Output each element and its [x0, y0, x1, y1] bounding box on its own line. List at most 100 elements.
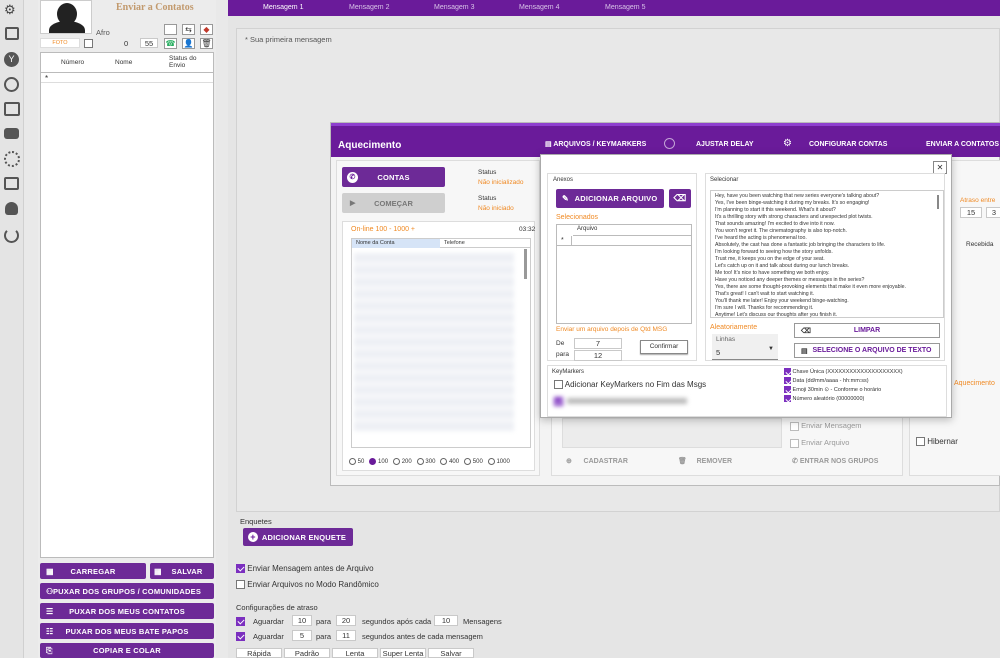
- carregar-button[interactable]: ▦ CARREGAR: [40, 563, 146, 579]
- copiar-colar-button[interactable]: ⎘ COPIAR E COLAR: [40, 643, 214, 658]
- radio-100[interactable]: 100: [369, 458, 388, 468]
- radio-500[interactable]: 500: [464, 458, 483, 468]
- messages-icon[interactable]: [4, 128, 19, 139]
- foto-label[interactable]: FOTO: [40, 38, 80, 48]
- puxar-contatos-button[interactable]: ☰ PUXAR DOS MEUS CONTATOS: [40, 603, 214, 619]
- chat-icon[interactable]: [4, 77, 19, 92]
- text-preview[interactable]: Hey, have you been watching that new ser…: [710, 190, 944, 318]
- calendar-icon[interactable]: [5, 27, 19, 40]
- col-numero[interactable]: Número: [61, 59, 84, 66]
- enviar-antes-option[interactable]: Enviar Mensagem antes de Arquivo: [236, 564, 374, 574]
- image-icon[interactable]: [4, 102, 20, 116]
- calendar-small-icon[interactable]: [164, 24, 177, 35]
- nav-ajustar-delay[interactable]: AJUSTAR DELAY: [696, 141, 754, 148]
- keymarker-chave[interactable]: Chave Única (XXXXXXXXXXXXXXXXXXXX): [784, 368, 944, 377]
- para-input[interactable]: 12: [574, 350, 622, 361]
- accounts-table[interactable]: Nome da Conta Telefone: [351, 238, 531, 448]
- entrar-grupos-button[interactable]: ✆ ENTRAR NOS GRUPOS: [792, 457, 878, 465]
- comecar-button[interactable]: ▶ COMEÇAR: [342, 193, 445, 213]
- delay-2-from[interactable]: 5: [292, 630, 312, 641]
- confirmar-button[interactable]: Confirmar: [640, 340, 688, 354]
- limpar-button[interactable]: ⌫ LIMPAR: [794, 323, 940, 338]
- tab-mensagem-1[interactable]: Mensagem 1: [263, 4, 303, 11]
- timer-icon[interactable]: [664, 138, 675, 149]
- modo-randomico-option[interactable]: Enviar Arquivos no Modo Randômico: [236, 580, 379, 590]
- radio-50[interactable]: 50: [349, 458, 364, 468]
- delay-1-count[interactable]: 10: [434, 615, 458, 626]
- tab-mensagem-3[interactable]: Mensagem 3: [434, 4, 474, 11]
- enviar-mensagem-option[interactable]: Enviar Mensagem: [790, 421, 862, 431]
- preset-lenta[interactable]: Lenta: [332, 648, 378, 658]
- network-icon[interactable]: [4, 151, 20, 167]
- text-line: I'm looking forward to seeing how the st…: [715, 249, 833, 255]
- radio-400[interactable]: 400: [440, 458, 459, 468]
- salvar-button[interactable]: ▦ SALVAR: [150, 563, 214, 579]
- delay-row-2-checkbox[interactable]: [236, 631, 245, 641]
- puxar-bate-papos-button[interactable]: ☷ PUXAR DOS MEUS BATE PAPOS: [40, 623, 214, 639]
- keymarker-numero[interactable]: Número aleatório (00000000): [784, 395, 944, 404]
- text-scrollbar[interactable]: [937, 195, 939, 209]
- accounts-list-box: On-line 100 - 1000 + 03:32 Nome da Conta…: [342, 221, 535, 471]
- settings-icon[interactable]: ⚙: [783, 138, 792, 149]
- remover-button[interactable]: 🗑 REMOVER: [678, 457, 732, 465]
- adicionar-arquivo-button[interactable]: ✎ ADICIONAR ARQUIVO: [556, 189, 664, 208]
- tag-icon[interactable]: ◆: [200, 24, 213, 35]
- swap-icon[interactable]: ⇆: [182, 24, 195, 35]
- nav-arquivos[interactable]: ▤ ARQUIVOS / KEYMARKERS: [545, 140, 646, 148]
- col-telefone[interactable]: Telefone: [440, 239, 530, 248]
- contacts-table[interactable]: Número Nome Status do Envio *: [40, 52, 214, 558]
- count-55[interactable]: 55: [140, 38, 158, 48]
- col-arquivo[interactable]: Arquivo: [573, 226, 691, 236]
- radio-200[interactable]: 200: [393, 458, 412, 468]
- refresh-icon[interactable]: [4, 228, 19, 243]
- user-add-icon[interactable]: 👤: [182, 38, 195, 49]
- eraser-button[interactable]: ⌫: [669, 189, 691, 208]
- tab-mensagem-4[interactable]: Mensagem 4: [519, 4, 559, 11]
- preset-super-lenta[interactable]: Super Lenta: [380, 648, 426, 658]
- radio-1000[interactable]: 1000: [487, 458, 510, 468]
- table-row[interactable]: *: [41, 73, 213, 83]
- scrollbar[interactable]: [524, 249, 527, 279]
- tab-mensagem-2[interactable]: Mensagem 2: [349, 4, 389, 11]
- atraso-from[interactable]: 15: [960, 207, 982, 218]
- filter-icon[interactable]: Y: [4, 52, 19, 67]
- nav-configurar-contas[interactable]: CONFIGURAR CONTAS: [809, 141, 887, 148]
- keymarker-emoji[interactable]: Emoji 30min ⊙ - Conforme o horário: [784, 386, 944, 395]
- support-icon[interactable]: [5, 202, 18, 215]
- cadastrar-button[interactable]: ⊕ CADASTRAR: [566, 457, 628, 465]
- delay-2-to[interactable]: 11: [336, 630, 356, 641]
- radio-300[interactable]: 300: [416, 458, 435, 468]
- preset-padrao[interactable]: Padrão: [284, 648, 330, 658]
- col-nome-conta[interactable]: Nome da Conta: [352, 239, 440, 248]
- add-keymarkers-option[interactable]: Adicionar KeyMarkers no Fim das Msgs: [554, 380, 706, 390]
- de-input[interactable]: 7: [574, 338, 622, 349]
- trash-icon[interactable]: 🗑: [200, 38, 213, 49]
- puxar-grupos-button[interactable]: ⚇ PUXAR DOS GRUPOS / COMUNIDADES: [40, 583, 214, 599]
- message-box-blurred[interactable]: [562, 418, 782, 448]
- foto-checkbox[interactable]: [84, 39, 93, 49]
- video-icon[interactable]: [4, 177, 19, 190]
- users-icon[interactable]: ⚙: [4, 2, 20, 17]
- delay-1-to[interactable]: 20: [336, 615, 356, 626]
- col-status[interactable]: Status do Envio: [169, 55, 209, 69]
- tab-mensagem-5[interactable]: Mensagem 5: [605, 4, 645, 11]
- atraso-to[interactable]: 3: [986, 207, 1000, 218]
- contas-button[interactable]: ✆ CONTAS: [342, 167, 445, 187]
- preset-salvar[interactable]: Salvar: [428, 648, 474, 658]
- hibernar-option[interactable]: Hibernar: [916, 437, 958, 447]
- delay-1-from[interactable]: 10: [292, 615, 312, 626]
- selecione-texto-button[interactable]: ▤ SELECIONE O ARQUIVO DE TEXTO: [794, 343, 940, 358]
- files-table[interactable]: Arquivo *: [556, 224, 692, 324]
- linhas-select[interactable]: Linhas 5 ▼: [712, 334, 778, 360]
- modo-randomico-checkbox[interactable]: [236, 580, 245, 590]
- nav-enviar-contatos[interactable]: ENVIAR A CONTATOS: [926, 141, 999, 148]
- enviar-arquivo-option[interactable]: Enviar Arquivo: [790, 438, 849, 448]
- files-row[interactable]: *: [557, 236, 691, 246]
- phone-icon[interactable]: ☎: [164, 38, 177, 49]
- preset-rapida[interactable]: Rápida: [236, 648, 282, 658]
- keymarker-data[interactable]: Data (dd/mm/aaaa - hh:mm:ss): [784, 377, 944, 386]
- enviar-antes-checkbox[interactable]: [236, 564, 245, 574]
- col-nome[interactable]: Nome: [115, 59, 132, 66]
- adicionar-enquete-button[interactable]: + ADICIONAR ENQUETE: [243, 528, 353, 546]
- delay-row-1-checkbox[interactable]: [236, 616, 245, 626]
